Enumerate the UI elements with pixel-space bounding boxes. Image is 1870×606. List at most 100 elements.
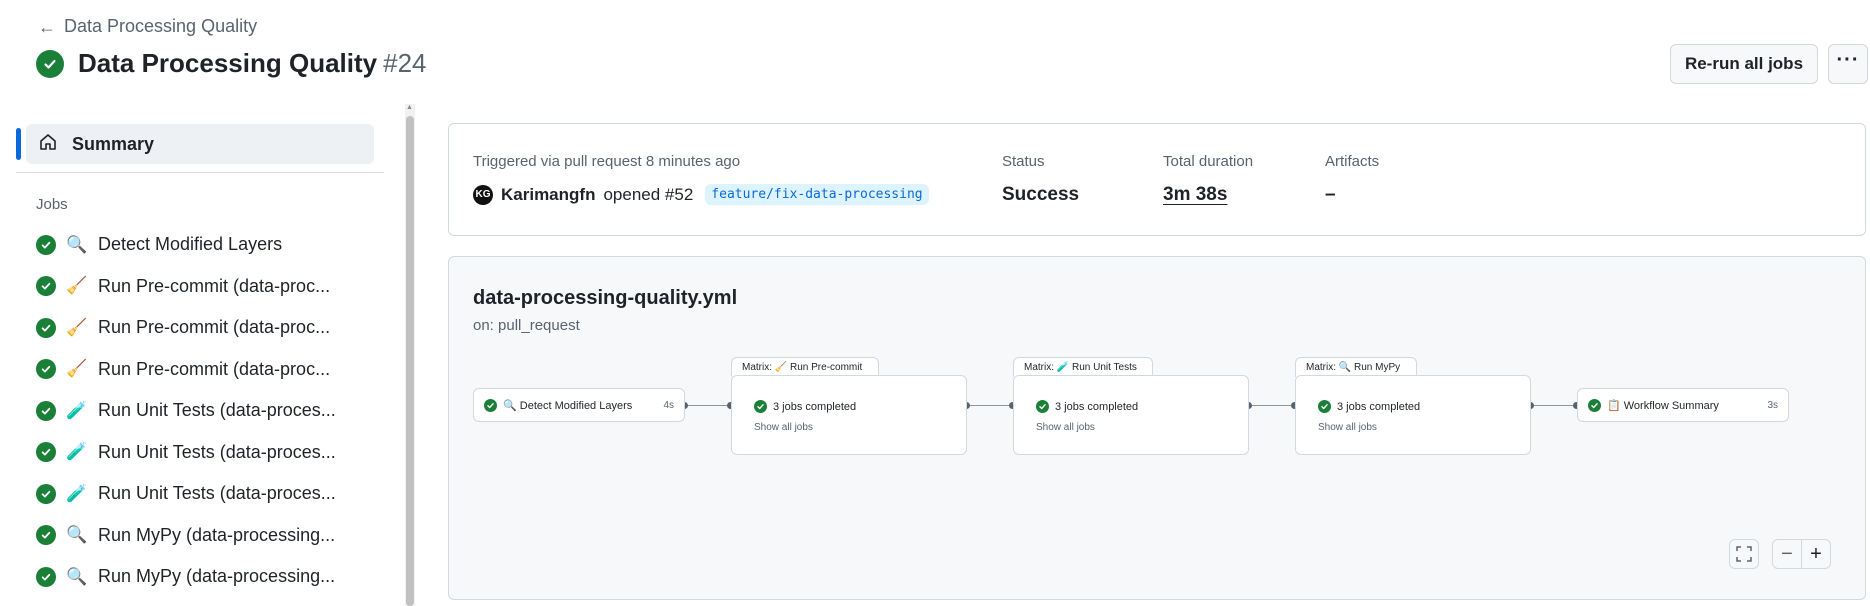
workflow-file-name[interactable]: data-processing-quality.yml bbox=[473, 287, 737, 310]
show-all-jobs-link[interactable]: Show all jobs bbox=[1036, 422, 1095, 433]
fullscreen-button[interactable] bbox=[1729, 539, 1759, 569]
job-label: Run Pre-commit (data-proc... bbox=[98, 358, 331, 379]
connector-line bbox=[1249, 405, 1295, 406]
show-all-jobs-link[interactable]: Show all jobs bbox=[754, 422, 813, 433]
artifacts-column: Artifacts – bbox=[1325, 153, 1379, 206]
jobs-heading: Jobs bbox=[36, 196, 68, 213]
rerun-all-jobs-button[interactable]: Re-run all jobs bbox=[1670, 44, 1818, 84]
check-circle-icon bbox=[1588, 398, 1601, 412]
matrix-status-text: 3 jobs completed bbox=[773, 400, 857, 413]
check-circle-icon bbox=[36, 483, 56, 504]
list-item[interactable]: 🔍 Run MyPy (data-processing... bbox=[36, 556, 376, 598]
workflow-title: Data Processing Quality bbox=[78, 48, 378, 78]
back-link-label: Data Processing Quality bbox=[64, 16, 258, 36]
broom-icon: 🧹 bbox=[66, 276, 88, 296]
matrix-status-text: 3 jobs completed bbox=[1055, 400, 1139, 413]
more-options-button[interactable]: ··· bbox=[1828, 44, 1868, 84]
job-node-duration: 3s bbox=[1767, 399, 1778, 411]
check-circle-icon bbox=[484, 398, 497, 412]
home-icon bbox=[38, 132, 58, 157]
check-circle-icon bbox=[36, 566, 56, 587]
list-item[interactable]: 🧪 Run Unit Tests (data-proces... bbox=[36, 432, 376, 474]
matrix-tab-unit-tests: Matrix: 🧪 Run Unit Tests bbox=[1013, 357, 1153, 377]
artifacts-value: – bbox=[1325, 184, 1336, 205]
job-list: 🔍 Detect Modified Layers 🧹 Run Pre-commi… bbox=[36, 224, 376, 598]
page-title: Data Processing Quality #24 bbox=[36, 48, 427, 79]
connector-line bbox=[1531, 405, 1577, 406]
job-label: Run Unit Tests (data-proces... bbox=[98, 400, 336, 421]
fullscreen-icon bbox=[1736, 546, 1752, 562]
connector-line bbox=[685, 405, 731, 406]
duration-column: Total duration 3m 38s bbox=[1163, 153, 1253, 206]
duration-link[interactable]: 3m 38s bbox=[1163, 184, 1253, 206]
workflow-graph-card: data-processing-quality.yml on: pull_req… bbox=[448, 256, 1866, 600]
broom-icon: 🧹 bbox=[66, 359, 88, 379]
run-number: #24 bbox=[383, 48, 427, 78]
check-circle-icon bbox=[36, 359, 56, 380]
list-item[interactable]: 🧹 Run Pre-commit (data-proc... bbox=[36, 307, 376, 349]
trigger-details: KG Karimangfn opened #52 feature/fix-dat… bbox=[473, 184, 929, 205]
job-label: Detect Modified Layers bbox=[98, 234, 283, 255]
divider bbox=[16, 172, 384, 173]
artifacts-label: Artifacts bbox=[1325, 153, 1380, 170]
list-item[interactable]: 🔍 Detect Modified Layers bbox=[36, 224, 376, 266]
test-tube-icon: 🧪 bbox=[66, 400, 88, 420]
job-node-label: 📋 Workflow Summary bbox=[1607, 399, 1719, 412]
job-node-detect-modified-layers[interactable]: 🔍 Detect Modified Layers 4s bbox=[473, 388, 685, 422]
matrix-tab-mypy: Matrix: 🔍 Run MyPy bbox=[1295, 357, 1417, 377]
list-item[interactable]: 🔍 Run MyPy (data-processing... bbox=[36, 515, 376, 557]
list-item[interactable]: 🧹 Run Pre-commit (data-proc... bbox=[36, 266, 376, 308]
job-label: Run Pre-commit (data-proc... bbox=[98, 317, 331, 338]
list-item[interactable]: 🧪 Run Unit Tests (data-proces... bbox=[36, 473, 376, 515]
job-node-label: 🔍 Detect Modified Layers bbox=[503, 399, 633, 412]
zoom-in-button[interactable]: + bbox=[1801, 539, 1831, 569]
job-label: Run MyPy (data-processing... bbox=[98, 566, 336, 587]
sidebar: Summary Jobs 🔍 Detect Modified Layers 🧹 … bbox=[0, 110, 400, 606]
check-circle-icon bbox=[36, 234, 56, 255]
matrix-node-pre-commit[interactable]: 3 jobs completed Show all jobs bbox=[731, 375, 967, 455]
plus-icon: + bbox=[1810, 542, 1822, 565]
test-tube-icon: 🧪 bbox=[66, 483, 88, 503]
back-link[interactable]: ← Data Processing Quality bbox=[38, 16, 257, 37]
job-node-duration: 4s bbox=[663, 399, 674, 411]
magnifier-icon: 🔍 bbox=[66, 234, 88, 254]
scroll-up-arrow-icon[interactable]: ▲ bbox=[406, 104, 413, 111]
zoom-out-button[interactable]: − bbox=[1772, 539, 1802, 569]
sidebar-scrollbar-thumb[interactable] bbox=[406, 116, 414, 606]
pr-action[interactable]: opened #52 bbox=[603, 185, 693, 205]
list-item[interactable]: 🧪 Run Unit Tests (data-proces... bbox=[36, 390, 376, 432]
matrix-node-unit-tests[interactable]: 3 jobs completed Show all jobs bbox=[1013, 375, 1249, 455]
workflow-trigger: on: pull_request bbox=[473, 317, 580, 334]
job-node-workflow-summary[interactable]: 📋 Workflow Summary 3s bbox=[1577, 388, 1789, 422]
check-circle-icon bbox=[36, 442, 56, 463]
matrix-status: 3 jobs completed bbox=[754, 400, 856, 413]
list-item[interactable]: 🧹 Run Pre-commit (data-proc... bbox=[36, 349, 376, 391]
matrix-node-mypy[interactable]: 3 jobs completed Show all jobs bbox=[1295, 375, 1531, 455]
minus-icon: − bbox=[1781, 542, 1793, 565]
connector-line bbox=[967, 405, 1013, 406]
check-circle-icon bbox=[754, 400, 767, 413]
sidebar-item-summary[interactable]: Summary bbox=[26, 124, 374, 164]
broom-icon: 🧹 bbox=[66, 317, 88, 337]
status-value: Success bbox=[1002, 184, 1080, 205]
status-column: Status Success bbox=[1002, 153, 1079, 206]
matrix-status: 3 jobs completed bbox=[1318, 400, 1420, 413]
actor-link[interactable]: Karimangfn bbox=[501, 185, 595, 205]
job-label: Run Unit Tests (data-proces... bbox=[98, 483, 336, 504]
check-circle-icon bbox=[1318, 400, 1331, 413]
test-tube-icon: 🧪 bbox=[66, 442, 88, 462]
magnifier-icon: 🔍 bbox=[66, 566, 88, 586]
run-summary-card: Triggered via pull request 8 minutes ago… bbox=[448, 123, 1866, 236]
show-all-jobs-link[interactable]: Show all jobs bbox=[1318, 422, 1377, 433]
check-circle-icon bbox=[36, 276, 56, 297]
matrix-tab-pre-commit: Matrix: 🧹 Run Pre-commit bbox=[731, 357, 879, 377]
check-circle-icon bbox=[36, 317, 56, 338]
arrow-left-icon: ← bbox=[38, 16, 56, 37]
check-circle-icon bbox=[36, 49, 64, 78]
job-label: Run Pre-commit (data-proc... bbox=[98, 275, 331, 296]
branch-label[interactable]: feature/fix-data-processing bbox=[705, 184, 929, 205]
check-circle-icon bbox=[1036, 400, 1049, 413]
avatar[interactable]: KG bbox=[473, 184, 493, 205]
sidebar-item-label: Summary bbox=[72, 133, 155, 154]
kebab-horizontal-icon: ··· bbox=[1836, 49, 1860, 71]
